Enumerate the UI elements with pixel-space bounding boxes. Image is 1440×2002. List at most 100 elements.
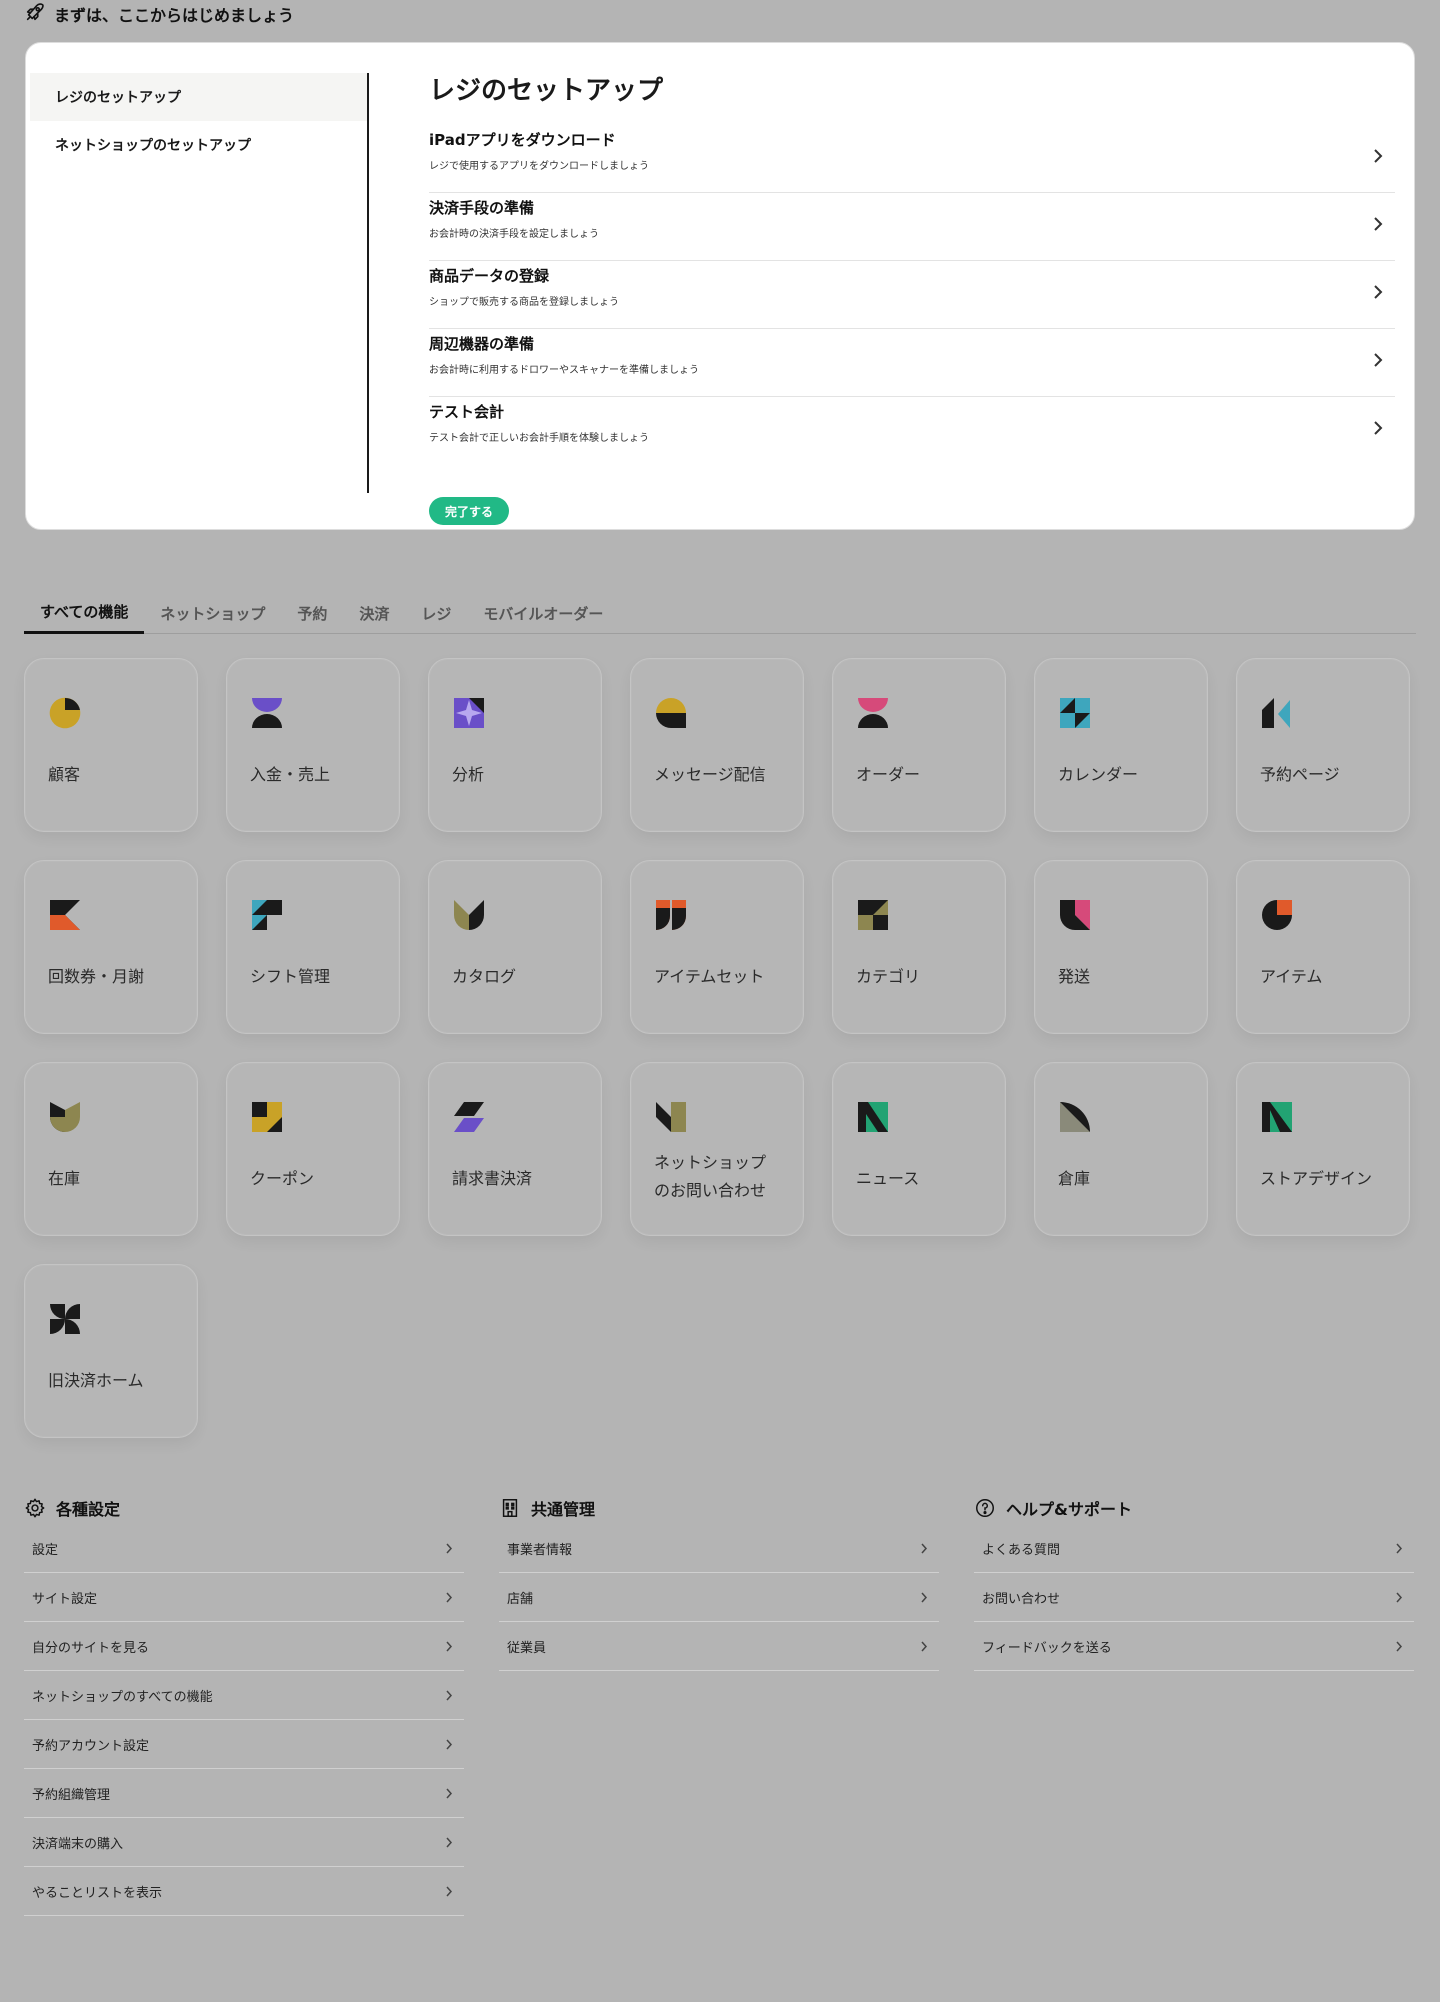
step-description: お会計時の決済手段を設定しましょう: [429, 229, 599, 240]
tab-all-features[interactable]: すべての機能: [24, 592, 145, 634]
tab-mobile-order[interactable]: モバイルオーダー: [467, 592, 619, 634]
buy-terminal-link[interactable]: 決済端末の購入: [24, 1818, 464, 1867]
link-label: サイト設定: [32, 1591, 98, 1607]
feature-tile-coupon[interactable]: クーポン: [226, 1062, 400, 1236]
feature-tile-legacy-payment[interactable]: 旧決済ホーム: [24, 1264, 198, 1438]
employees-link[interactable]: 従業員: [499, 1622, 939, 1671]
setup-step-download-app[interactable]: iPadアプリをダウンロード レジで使用するアプリをダウンロードしましょう: [429, 125, 1395, 193]
section-title: ヘルプ&サポート: [1006, 1500, 1132, 1519]
feature-tile-store-design[interactable]: ストアデザイン: [1236, 1062, 1410, 1236]
feature-tile-item-set[interactable]: アイテムセット: [630, 860, 804, 1034]
tab-register[interactable]: レジ: [405, 592, 467, 634]
feature-tile-warehouse[interactable]: 倉庫: [1034, 1062, 1208, 1236]
news-icon: [858, 1102, 888, 1132]
site-settings-link[interactable]: サイト設定: [24, 1573, 464, 1622]
feature-tile-shop-inquiry[interactable]: ネットショップ のお問い合わせ: [630, 1062, 804, 1236]
feature-label: 在庫: [48, 1169, 81, 1188]
feature-label: アイテムセット: [654, 967, 765, 986]
step-description: テスト会計で正しいお会計手順を体験しましょう: [429, 433, 649, 444]
all-shop-features-link[interactable]: ネットショップのすべての機能: [24, 1671, 464, 1720]
view-my-site-link[interactable]: 自分のサイトを見る: [24, 1622, 464, 1671]
link-label: よくある質問: [982, 1542, 1061, 1558]
link-label: やることリストを表示: [32, 1885, 163, 1901]
feature-tile-analytics[interactable]: 分析: [428, 658, 602, 832]
chevron-right-icon: [446, 1690, 453, 1701]
send-feedback-link[interactable]: フィードバックを送る: [974, 1622, 1414, 1671]
ticket-icon: [50, 900, 80, 930]
feature-tile-item[interactable]: アイテム: [1236, 860, 1410, 1034]
feature-tile-shipping[interactable]: 発送: [1034, 860, 1208, 1034]
feature-tile-message[interactable]: メッセージ配信: [630, 658, 804, 832]
feature-tile-shift[interactable]: シフト管理: [226, 860, 400, 1034]
reservation-account-link[interactable]: 予約アカウント設定: [24, 1720, 464, 1769]
feature-tile-calendar[interactable]: カレンダー: [1034, 658, 1208, 832]
store-design-icon: [1262, 1102, 1292, 1132]
feature-tile-ticket[interactable]: 回数券・月謝: [24, 860, 198, 1034]
section-help: ヘルプ&サポート よくある質問 お問い合わせ フィードバックを送る: [974, 1492, 1414, 1671]
setup-step-payment-methods[interactable]: 決済手段の準備 お会計時の決済手段を設定しましょう: [429, 193, 1395, 261]
feature-tile-reservation-page[interactable]: 予約ページ: [1236, 658, 1410, 832]
show-todo-link[interactable]: やることリストを表示: [24, 1867, 464, 1916]
stores-link[interactable]: 店舗: [499, 1573, 939, 1622]
link-label: 従業員: [507, 1640, 547, 1656]
setup-step-peripherals[interactable]: 周辺機器の準備 お会計時に利用するドロワーやスキャナーを準備しましょう: [429, 329, 1395, 397]
faq-link[interactable]: よくある質問: [974, 1524, 1414, 1573]
setup-step-test-checkout[interactable]: テスト会計 テスト会計で正しいお会計手順を体験しましょう: [429, 397, 1395, 465]
feature-label: 顧客: [48, 765, 81, 784]
feature-tile-order[interactable]: オーダー: [832, 658, 1006, 832]
feature-tabs: すべての機能 ネットショップ 予約 決済 レジ モバイルオーダー: [24, 592, 1416, 634]
feature-label: 旧決済ホーム: [48, 1371, 144, 1390]
feature-label: 入金・売上: [250, 765, 331, 784]
chevron-right-icon: [1396, 1543, 1403, 1554]
feature-label: カタログ: [452, 967, 517, 986]
chevron-right-icon: [446, 1788, 453, 1799]
reservation-org-link[interactable]: 予約組織管理: [24, 1769, 464, 1818]
feature-label: 請求書決済: [452, 1169, 533, 1188]
step-title: テスト会計: [429, 403, 505, 421]
feature-label-line1: ネットショップ: [654, 1153, 767, 1172]
settings-link[interactable]: 設定: [24, 1524, 464, 1573]
shift-icon: [252, 900, 282, 930]
setup-nav-item-register[interactable]: レジのセットアップ: [30, 73, 367, 121]
feature-label: メッセージ配信: [654, 765, 766, 784]
gear-icon: [25, 1498, 45, 1518]
step-title: iPadアプリをダウンロード: [429, 131, 616, 149]
tab-payment[interactable]: 決済: [343, 592, 405, 634]
feature-label: 倉庫: [1058, 1169, 1091, 1188]
feature-tile-inventory[interactable]: 在庫: [24, 1062, 198, 1236]
feature-label: クーポン: [250, 1169, 315, 1188]
feature-tile-catalog[interactable]: カタログ: [428, 860, 602, 1034]
legacy-payment-icon: [50, 1304, 80, 1334]
business-info-link[interactable]: 事業者情報: [499, 1524, 939, 1573]
chevron-right-icon: [446, 1543, 453, 1554]
feature-tile-customer[interactable]: 顧客: [24, 658, 198, 832]
chevron-right-icon: [446, 1641, 453, 1652]
chevron-right-icon: [446, 1592, 453, 1603]
setup-step-product-data[interactable]: 商品データの登録 ショップで販売する商品を登録しましょう: [429, 261, 1395, 329]
section-settings: 各種設定 設定 サイト設定 自分のサイトを見る ネットショップのすべての機能 予…: [24, 1492, 464, 1916]
shop-inquiry-icon: [656, 1102, 686, 1132]
feature-label: 発送: [1058, 967, 1091, 986]
warehouse-icon: [1060, 1102, 1090, 1132]
tab-online-shop[interactable]: ネットショップ: [144, 592, 281, 634]
link-label: 自分のサイトを見る: [32, 1640, 150, 1656]
setup-nav-item-online-shop[interactable]: ネットショップのセットアップ: [30, 121, 367, 169]
link-label: 事業者情報: [507, 1542, 573, 1558]
chevron-right-icon: [446, 1837, 453, 1848]
chevron-right-icon: [921, 1543, 928, 1554]
feature-tile-news[interactable]: ニュース: [832, 1062, 1006, 1236]
chevron-right-icon: [1374, 353, 1383, 367]
tab-reservation[interactable]: 予約: [281, 592, 343, 634]
complete-button[interactable]: 完了する: [429, 497, 510, 525]
feature-grid: 顧客 入金・売上 分析 メッセージ配信 オーダー カレンダー 予約ページ 回数券…: [24, 658, 1416, 1438]
chevron-right-icon: [1396, 1641, 1403, 1652]
feature-tile-deposit-sales[interactable]: 入金・売上: [226, 658, 400, 832]
chevron-right-icon: [1374, 217, 1383, 231]
contact-link[interactable]: お問い合わせ: [974, 1573, 1414, 1622]
feature-tile-invoice[interactable]: 請求書決済: [428, 1062, 602, 1236]
feature-tile-category[interactable]: カテゴリ: [832, 860, 1006, 1034]
chevron-right-icon: [1396, 1592, 1403, 1603]
order-icon: [858, 698, 888, 728]
feature-label: ネットショップ のお問い合わせ: [654, 1149, 794, 1205]
setup-nav: レジのセットアップ ネットショップのセットアップ: [30, 73, 369, 493]
